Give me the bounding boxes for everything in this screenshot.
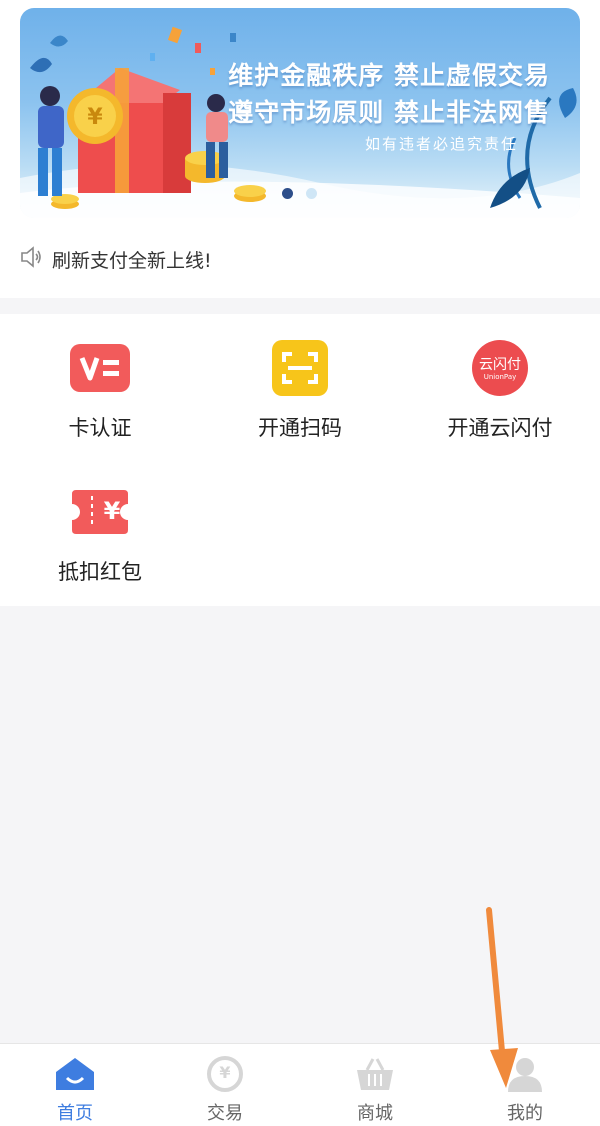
carousel-dot[interactable]: [306, 188, 317, 199]
basket-icon: [355, 1056, 395, 1096]
service-menu: 卡认证 开通扫码 云闪付 UnionPay 开通云闪付 ¥ 抵扣红包: [0, 314, 600, 606]
menu-label: 开通云闪付: [447, 416, 553, 440]
tab-transactions[interactable]: ¥ 交易: [150, 1044, 300, 1126]
person-icon: [505, 1056, 545, 1096]
banner-subtitle: 如有违者必追究责任: [364, 135, 518, 153]
yen-coin-icon: ¥: [207, 1056, 243, 1092]
coupon-icon-text: ¥: [103, 497, 121, 525]
tab-mine[interactable]: 我的: [450, 1044, 600, 1126]
unionpay-icon-subtext: UnionPay: [483, 373, 517, 381]
unionpay-icon-text: 云闪付: [479, 357, 521, 373]
coupon-icon: ¥: [70, 484, 130, 540]
menu-item-coupon[interactable]: ¥ 抵扣红包: [0, 484, 200, 586]
promo-banner[interactable]: ¥ 维护金融秩序 禁止虚假交易 遵守市场原则 禁止非法网售 如有违者必追究责任: [20, 8, 580, 218]
menu-label: 抵扣红包: [58, 560, 142, 584]
tab-label: 交易: [207, 1103, 243, 1124]
tab-label: 首页: [57, 1103, 93, 1124]
menu-item-scan[interactable]: 开通扫码: [200, 340, 400, 442]
svg-text:¥: ¥: [87, 105, 103, 130]
speaker-icon: [20, 245, 42, 273]
carousel-dot-active[interactable]: [282, 188, 293, 199]
home-icon: [54, 1056, 96, 1096]
yen-coin-icon-text: ¥: [219, 1063, 231, 1082]
unionpay-cloud-icon: 云闪付 UnionPay: [470, 340, 530, 396]
tab-label: 商城: [357, 1103, 393, 1124]
bottom-tab-bar: 首页 ¥ 交易 商城 我的: [0, 1043, 600, 1126]
scan-icon: [270, 340, 330, 396]
notice-text: 刷新支付全新上线!: [52, 249, 212, 272]
banner-headline-1: 维护金融秩序 禁止虚假交易: [228, 61, 550, 90]
menu-label: 卡认证: [68, 416, 132, 440]
tab-mall[interactable]: 商城: [300, 1044, 450, 1126]
tab-label: 我的: [507, 1103, 543, 1124]
top-section: ¥ 维护金融秩序 禁止虚假交易 遵守市场原则 禁止非法网售 如有违者必追究责任 …: [0, 0, 600, 298]
menu-item-unionpay[interactable]: 云闪付 UnionPay 开通云闪付: [400, 340, 600, 442]
menu-item-card-verify[interactable]: 卡认证: [0, 340, 200, 442]
notice-bar[interactable]: 刷新支付全新上线!: [20, 244, 212, 274]
card-verify-icon: [70, 340, 130, 396]
tab-home[interactable]: 首页: [0, 1044, 150, 1126]
menu-label: 开通扫码: [258, 416, 342, 440]
banner-headline-2: 遵守市场原则 禁止非法网售: [228, 98, 550, 127]
